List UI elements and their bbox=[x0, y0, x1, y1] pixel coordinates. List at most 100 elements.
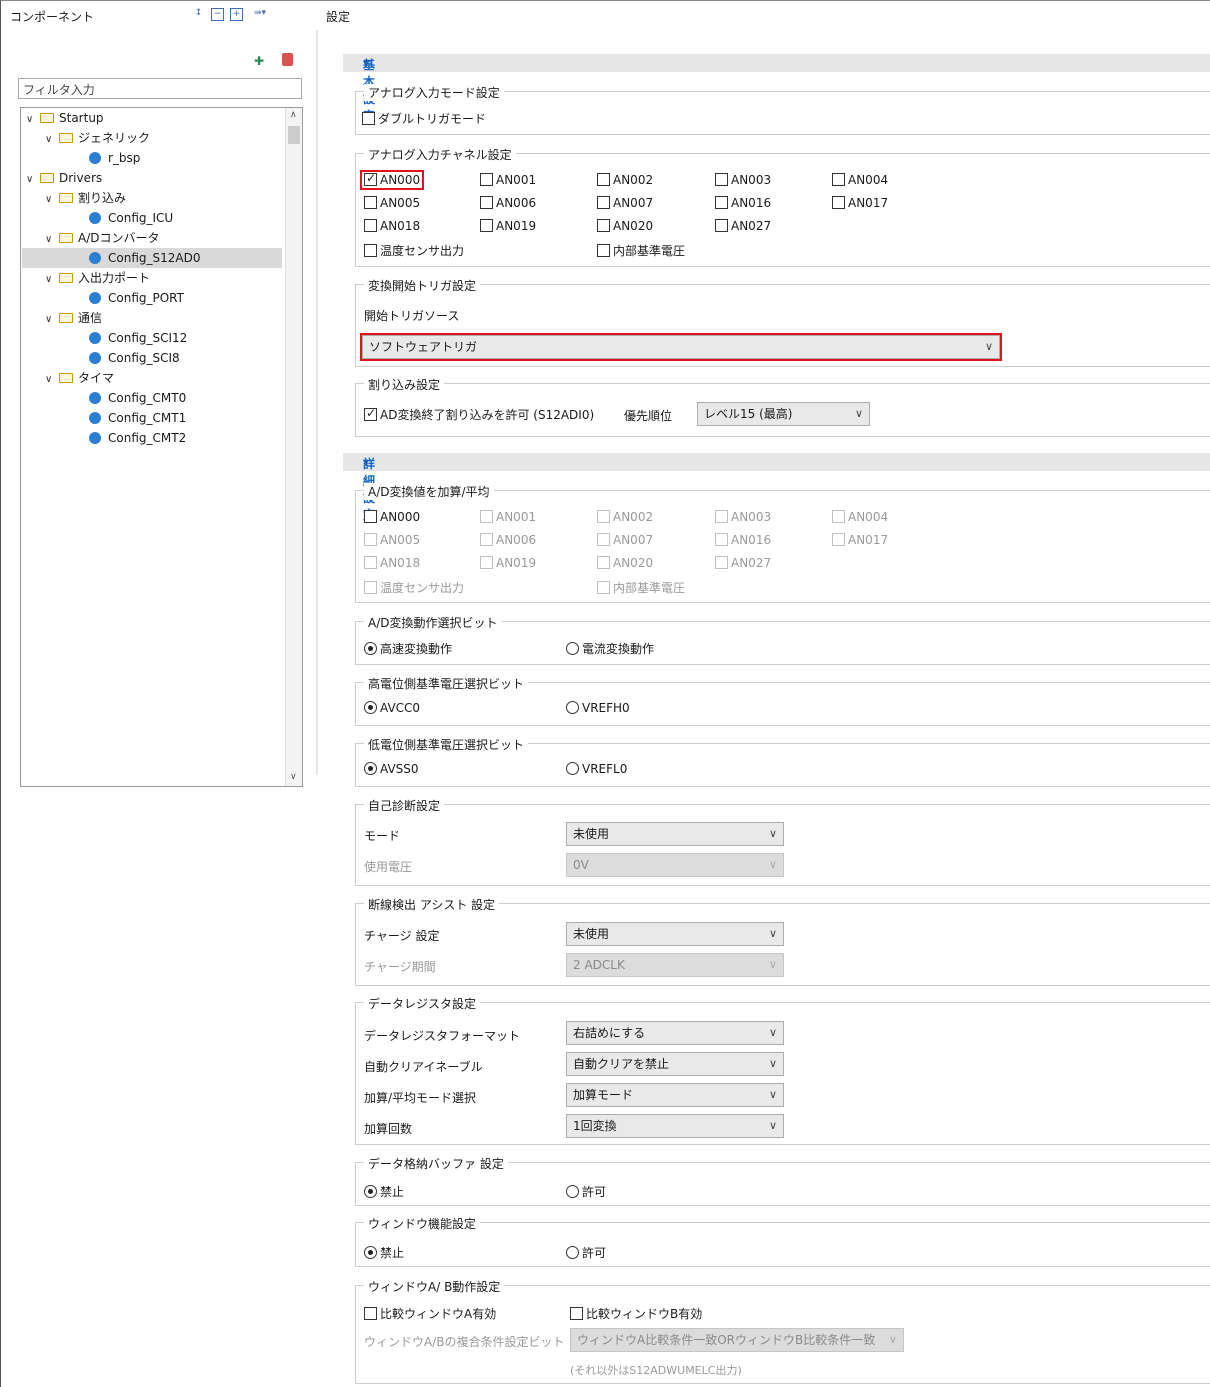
add-component-icon[interactable]: ✚ bbox=[254, 54, 264, 68]
an006-checkbox[interactable]: AN006 bbox=[480, 196, 536, 210]
autoclear-select[interactable]: 自動クリアを禁止 ∨ bbox=[566, 1052, 784, 1076]
tree-item-config-s12ad0[interactable]: Config_S12AD0 bbox=[22, 248, 282, 268]
basic-settings-header[interactable]: ▾ 基本設定 bbox=[343, 54, 1210, 123]
tree-item-startup[interactable]: ∨ Startup bbox=[26, 108, 104, 128]
an000-checkbox[interactable]: AN000 bbox=[359, 170, 425, 190]
window-a-checkbox[interactable]: 比較ウィンドウA有効 bbox=[364, 1305, 496, 1322]
sort-icon[interactable]: ↕ bbox=[192, 8, 205, 21]
window-disable-radio[interactable]: 禁止 bbox=[364, 1244, 404, 1261]
vrefl0-radio[interactable]: VREFL0 bbox=[566, 762, 627, 776]
tree-item-config-sci8[interactable]: Config_SCI8 bbox=[89, 348, 180, 368]
an004-checkbox[interactable]: AN004 bbox=[832, 173, 888, 187]
add-count-label: 加算回数 bbox=[364, 1122, 413, 1136]
buffer-disable-radio[interactable]: 禁止 bbox=[364, 1183, 404, 1200]
buffer-enable-radio[interactable]: 許可 bbox=[566, 1183, 606, 1200]
detail-settings-header[interactable]: ▾ 詳細設定 bbox=[343, 453, 1210, 522]
filter-input[interactable]: フィルタ入力 bbox=[18, 78, 302, 99]
tree-item-config-port[interactable]: Config_PORT bbox=[89, 288, 184, 308]
tree-item-config-sci12[interactable]: Config_SCI12 bbox=[89, 328, 187, 348]
tree-item-io-port[interactable]: ∨ 入出力ポート bbox=[45, 268, 150, 288]
an002-checkbox[interactable]: AN002 bbox=[597, 173, 653, 187]
format-select[interactable]: 右詰めにする ∨ bbox=[566, 1021, 784, 1045]
chevron-down-icon[interactable]: ∨ bbox=[45, 270, 59, 290]
add-count-select[interactable]: 1回変換 ∨ bbox=[566, 1114, 784, 1138]
temp-sensor-checkbox[interactable]: 温度センサ出力 bbox=[364, 242, 464, 259]
addavg-an018-checkbox[interactable]: AN018 bbox=[364, 556, 420, 570]
chevron-down-icon[interactable]: ∨ bbox=[45, 370, 59, 390]
priority-select[interactable]: レベル15 (最高) ∨ bbox=[697, 402, 870, 426]
scroll-down-icon[interactable]: ∨ bbox=[290, 772, 297, 782]
addavg-an006-checkbox[interactable]: AN006 bbox=[480, 533, 536, 547]
high-speed-radio[interactable]: 高速変換動作 bbox=[364, 640, 452, 657]
chevron-down-icon[interactable]: ∨ bbox=[45, 310, 59, 330]
an016-checkbox[interactable]: AN016 bbox=[715, 196, 771, 210]
chevron-down-icon[interactable]: ∨ bbox=[45, 230, 59, 250]
folder-icon bbox=[40, 113, 54, 123]
an005-checkbox[interactable]: AN005 bbox=[364, 196, 420, 210]
tree-item-communication[interactable]: ∨ 通信 bbox=[45, 308, 102, 328]
components-pane-title: コンポーネント bbox=[10, 10, 95, 24]
an018-checkbox[interactable]: AN018 bbox=[364, 219, 420, 233]
an007-checkbox[interactable]: AN007 bbox=[597, 196, 653, 210]
addavg-vref-checkbox[interactable]: 内部基準電圧 bbox=[597, 579, 685, 596]
charge-setting-select[interactable]: 未使用 ∨ bbox=[566, 922, 784, 946]
an027-checkbox[interactable]: AN027 bbox=[715, 219, 771, 233]
internal-vref-checkbox[interactable]: 内部基準電圧 bbox=[597, 242, 685, 259]
addavg-mode-select[interactable]: 加算モード ∨ bbox=[566, 1083, 784, 1107]
addavg-an005-checkbox[interactable]: AN005 bbox=[364, 533, 420, 547]
addavg-an003-checkbox[interactable]: AN003 bbox=[715, 510, 771, 524]
ad-interrupt-checkbox[interactable]: AD変換終了割り込みを許可 (S12ADI0) bbox=[364, 406, 594, 423]
folder-icon bbox=[59, 313, 73, 323]
tree-item-generic[interactable]: ∨ ジェネリック bbox=[45, 128, 150, 148]
tree-item-timer[interactable]: ∨ タイマ bbox=[45, 368, 114, 388]
compound-condition-select[interactable]: ウィンドウA比較条件一致ORウィンドウB比較条件一致 ∨ bbox=[570, 1328, 904, 1352]
tree-item-config-cmt2[interactable]: Config_CMT2 bbox=[89, 428, 186, 448]
addavg-an001-checkbox[interactable]: AN001 bbox=[480, 510, 536, 524]
addavg-an019-checkbox[interactable]: AN019 bbox=[480, 556, 536, 570]
chevron-down-icon[interactable]: ∨ bbox=[26, 110, 40, 130]
addavg-an007-checkbox[interactable]: AN007 bbox=[597, 533, 653, 547]
chevron-down-icon[interactable]: ∨ bbox=[26, 170, 40, 190]
vrefh0-radio[interactable]: VREFH0 bbox=[566, 701, 630, 715]
tree-item-r-bsp[interactable]: r_bsp bbox=[89, 148, 140, 168]
an001-checkbox[interactable]: AN001 bbox=[480, 173, 536, 187]
addavg-an000-checkbox[interactable]: AN000 bbox=[364, 510, 420, 524]
scroll-up-icon[interactable]: ∧ bbox=[290, 110, 297, 120]
an020-checkbox[interactable]: AN020 bbox=[597, 219, 653, 233]
tree-item-ad-converter[interactable]: ∨ A/Dコンバータ bbox=[45, 228, 160, 248]
tree-item-interrupt[interactable]: ∨ 割り込み bbox=[45, 188, 126, 208]
addavg-an002-checkbox[interactable]: AN002 bbox=[597, 510, 653, 524]
trigger-source-select[interactable]: ソフトウェアトリガ ∨ bbox=[360, 333, 1002, 361]
pane-splitter[interactable] bbox=[316, 30, 318, 775]
addavg-an027-checkbox[interactable]: AN027 bbox=[715, 556, 771, 570]
window-b-checkbox[interactable]: 比較ウィンドウB有効 bbox=[570, 1305, 702, 1322]
addavg-an016-checkbox[interactable]: AN016 bbox=[715, 533, 771, 547]
collapse-all-icon[interactable]: − bbox=[211, 8, 224, 21]
an003-checkbox[interactable]: AN003 bbox=[715, 173, 771, 187]
charge-period-select[interactable]: 2 ADCLK ∨ bbox=[566, 953, 784, 977]
addavg-temp-checkbox[interactable]: 温度センサ出力 bbox=[364, 579, 464, 596]
an019-checkbox[interactable]: AN019 bbox=[480, 219, 536, 233]
chevron-down-icon[interactable]: ∨ bbox=[45, 130, 59, 150]
selfdiag-mode-select[interactable]: 未使用 ∨ bbox=[566, 822, 784, 846]
avss0-radio[interactable]: AVSS0 bbox=[364, 762, 419, 776]
addavg-an017-checkbox[interactable]: AN017 bbox=[832, 533, 888, 547]
current-mode-radio[interactable]: 電流変換動作 bbox=[566, 640, 654, 657]
scroll-thumb[interactable] bbox=[288, 126, 300, 144]
addavg-an020-checkbox[interactable]: AN020 bbox=[597, 556, 653, 570]
window-enable-radio[interactable]: 許可 bbox=[566, 1244, 606, 1261]
expand-all-icon[interactable]: + bbox=[230, 8, 243, 21]
tree-item-drivers[interactable]: ∨ Drivers bbox=[26, 168, 102, 188]
filter-menu-icon[interactable]: ⇛▾ bbox=[249, 8, 271, 21]
tree-item-config-cmt0[interactable]: Config_CMT0 bbox=[89, 388, 186, 408]
remove-component-icon[interactable] bbox=[282, 53, 293, 66]
selfdiag-voltage-select[interactable]: 0V ∨ bbox=[566, 853, 784, 877]
tree-item-config-cmt1[interactable]: Config_CMT1 bbox=[89, 408, 186, 428]
double-trigger-checkbox[interactable]: ダブルトリガモード bbox=[362, 110, 486, 127]
chevron-down-icon[interactable]: ∨ bbox=[45, 190, 59, 210]
tree-scrollbar[interactable]: ∧ ∨ bbox=[285, 108, 302, 786]
addavg-an004-checkbox[interactable]: AN004 bbox=[832, 510, 888, 524]
avcc0-radio[interactable]: AVCC0 bbox=[364, 701, 420, 715]
tree-item-config-icu[interactable]: Config_ICU bbox=[89, 208, 173, 228]
an017-checkbox[interactable]: AN017 bbox=[832, 196, 888, 210]
